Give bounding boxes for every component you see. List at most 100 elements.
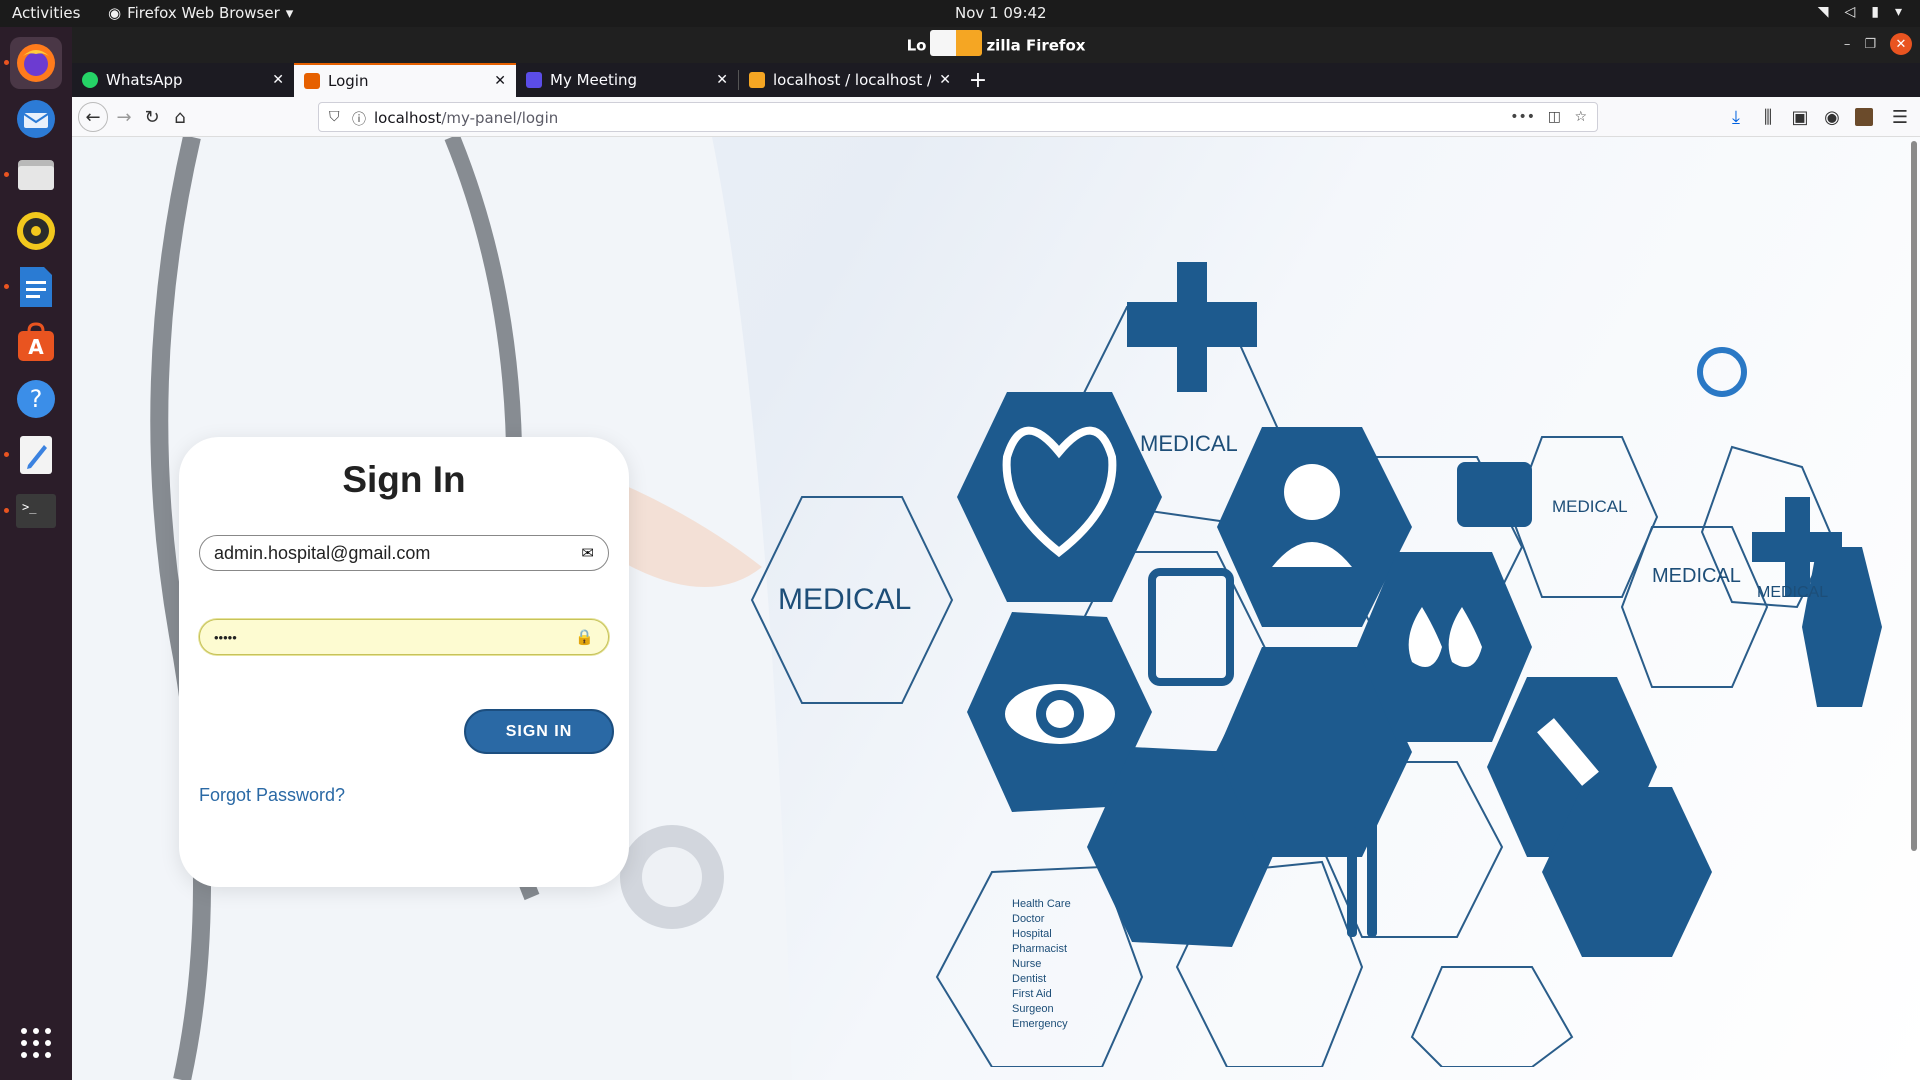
hex-label: MEDICAL [1757, 584, 1828, 601]
tracking-shield-icon[interactable]: ⛉ [329, 109, 340, 125]
arrow-left-icon: ← [85, 106, 101, 128]
dock-firefox[interactable] [10, 37, 62, 89]
sign-in-button[interactable]: SIGN IN [464, 709, 614, 754]
chevron-down-icon: ▾ [1894, 4, 1902, 20]
email-value: admin.hospital@gmail.com [214, 542, 431, 563]
forgot-password-link[interactable]: Forgot Password? [199, 785, 345, 806]
window-title-left: Lo [906, 36, 927, 55]
tab-strip: WhatsApp ✕ Login ✕ My Meeting ✕ localhos… [72, 63, 1920, 97]
text-editor-icon [20, 436, 52, 474]
tab-login[interactable]: Login ✕ [294, 63, 516, 97]
email-field[interactable]: admin.hospital@gmail.com ✉ [199, 535, 609, 571]
maximize-icon[interactable]: ❐ [1864, 37, 1876, 52]
show-applications-button[interactable] [10, 1017, 62, 1069]
list-text: Pharmacist [1012, 943, 1067, 955]
phpmyadmin-icon [749, 72, 765, 88]
firefox-icon [17, 44, 55, 82]
close-tab-icon[interactable]: ✕ [494, 73, 506, 89]
hamburger-menu-icon: ☰ [1891, 106, 1909, 128]
list-text: Health Care [1012, 898, 1071, 910]
medical-hexagon-graphic: MEDICAL MEDICAL MEDICAL MEDICAL MEDICAL … [750, 262, 1882, 1067]
close-tab-icon[interactable]: ✕ [939, 72, 951, 88]
list-text: Nurse [1012, 958, 1041, 970]
dock-rhythmbox[interactable] [10, 205, 62, 257]
reload-button[interactable]: ↻ [140, 105, 164, 129]
account-button[interactable]: ◉ [1820, 105, 1844, 129]
extension-icon [1855, 108, 1873, 126]
plus-icon: + [968, 67, 988, 93]
chevron-down-icon: ▾ [285, 4, 294, 22]
hex-label: MEDICAL [1652, 565, 1741, 587]
tab-my-meeting[interactable]: My Meeting ✕ [516, 63, 738, 97]
meeting-icon [526, 72, 542, 88]
reload-icon: ↻ [144, 106, 160, 128]
forward-button[interactable]: → [112, 105, 136, 129]
dock-writer[interactable] [10, 261, 62, 313]
lock-icon: 🔒 [575, 629, 594, 646]
dock-software[interactable]: A [10, 317, 62, 369]
url-text[interactable]: localhost/my-panel/login [374, 109, 558, 127]
back-button[interactable]: ← [78, 102, 108, 132]
svg-text:?: ? [30, 385, 43, 413]
url-path: /my-panel/login [441, 109, 559, 127]
new-tab-button[interactable]: + [961, 63, 995, 97]
firefox-small-icon: ◉ [108, 4, 122, 22]
app-menu-label: Firefox Web Browser [127, 4, 280, 22]
close-tab-icon[interactable]: ✕ [716, 72, 728, 88]
tab-title: My Meeting [550, 71, 638, 89]
system-top-bar: Activities ◉ Firefox Web Browser ▾ Nov 1… [0, 0, 1920, 27]
list-text: Surgeon [1012, 1003, 1054, 1015]
library-icon: ⫼ [1763, 106, 1773, 128]
pocket-icon[interactable]: ◫ [1548, 109, 1561, 125]
svg-text:A: A [28, 335, 44, 359]
tab-phpmyadmin[interactable]: localhost / localhost / Ho ✕ [739, 63, 961, 97]
dock-thunderbird[interactable] [10, 93, 62, 145]
overlay-app-icons [930, 30, 983, 56]
password-field[interactable]: ••••• 🔒 [199, 619, 609, 655]
app-menu-button[interactable]: ☰ [1888, 105, 1912, 129]
page-scrollbar[interactable] [1911, 141, 1917, 851]
dock-terminal[interactable]: >_ [10, 485, 62, 537]
dock-files[interactable] [10, 149, 62, 201]
home-button[interactable]: ⌂ [168, 105, 192, 129]
wifi-icon: ◥ [1817, 4, 1829, 20]
clock[interactable]: Nov 1 09:42 [955, 4, 1047, 22]
close-window-icon[interactable]: ✕ [1890, 33, 1912, 55]
library-button[interactable]: ⫼ [1756, 105, 1780, 129]
software-icon: A [18, 322, 54, 361]
dock-text-editor[interactable] [10, 429, 62, 481]
activities-button[interactable]: Activities [12, 4, 80, 22]
address-bar[interactable]: ⛉ ⓘ localhost/my-panel/login ••• ◫ ☆ [318, 102, 1598, 132]
site-info-icon[interactable]: ⓘ [352, 109, 366, 129]
page-actions-icon[interactable]: ••• [1510, 109, 1535, 125]
close-tab-icon[interactable]: ✕ [272, 72, 284, 88]
system-tray[interactable]: ◥ ◁ ▮ ▾ [1818, 4, 1902, 20]
whatsapp-icon [82, 72, 98, 88]
running-indicator [4, 508, 9, 513]
dock-help[interactable]: ? [10, 373, 62, 425]
help-icon: ? [17, 380, 55, 418]
sign-in-title: Sign In [342, 459, 466, 500]
hex-label: MEDICAL [1552, 497, 1628, 516]
minimize-icon[interactable]: – [1844, 37, 1851, 52]
envelope-icon: ✉ [581, 545, 594, 562]
downloads-button[interactable]: ⤓ [1724, 105, 1748, 129]
app-menu[interactable]: ◉ Firefox Web Browser ▾ [108, 4, 293, 22]
home-icon: ⌂ [174, 106, 186, 128]
tab-title: localhost / localhost / Ho [773, 71, 931, 89]
extension-button[interactable] [1852, 105, 1876, 129]
list-text: Doctor [1012, 913, 1045, 925]
running-indicator [4, 172, 9, 177]
running-indicator [4, 284, 9, 289]
account-icon: ◉ [1824, 106, 1840, 128]
tab-whatsapp[interactable]: WhatsApp ✕ [72, 63, 294, 97]
firefox-window: Lo zilla Firefox – ❐ ✕ WhatsApp ✕ Login ✕… [72, 27, 1920, 1080]
url-host: localhost [374, 109, 442, 127]
sign-in-card: Sign In admin.hospital@gmail.com ✉ •••••… [179, 437, 629, 887]
page-content: MEDICAL MEDICAL MEDICAL MEDICAL MEDICAL … [72, 137, 1920, 1080]
window-titlebar[interactable]: Lo zilla Firefox – ❐ ✕ [72, 27, 1920, 63]
files-icon [18, 160, 54, 190]
arrow-right-icon: → [116, 106, 132, 128]
sidebar-button[interactable]: ▣ [1788, 105, 1812, 129]
bookmark-star-icon[interactable]: ☆ [1574, 109, 1587, 125]
